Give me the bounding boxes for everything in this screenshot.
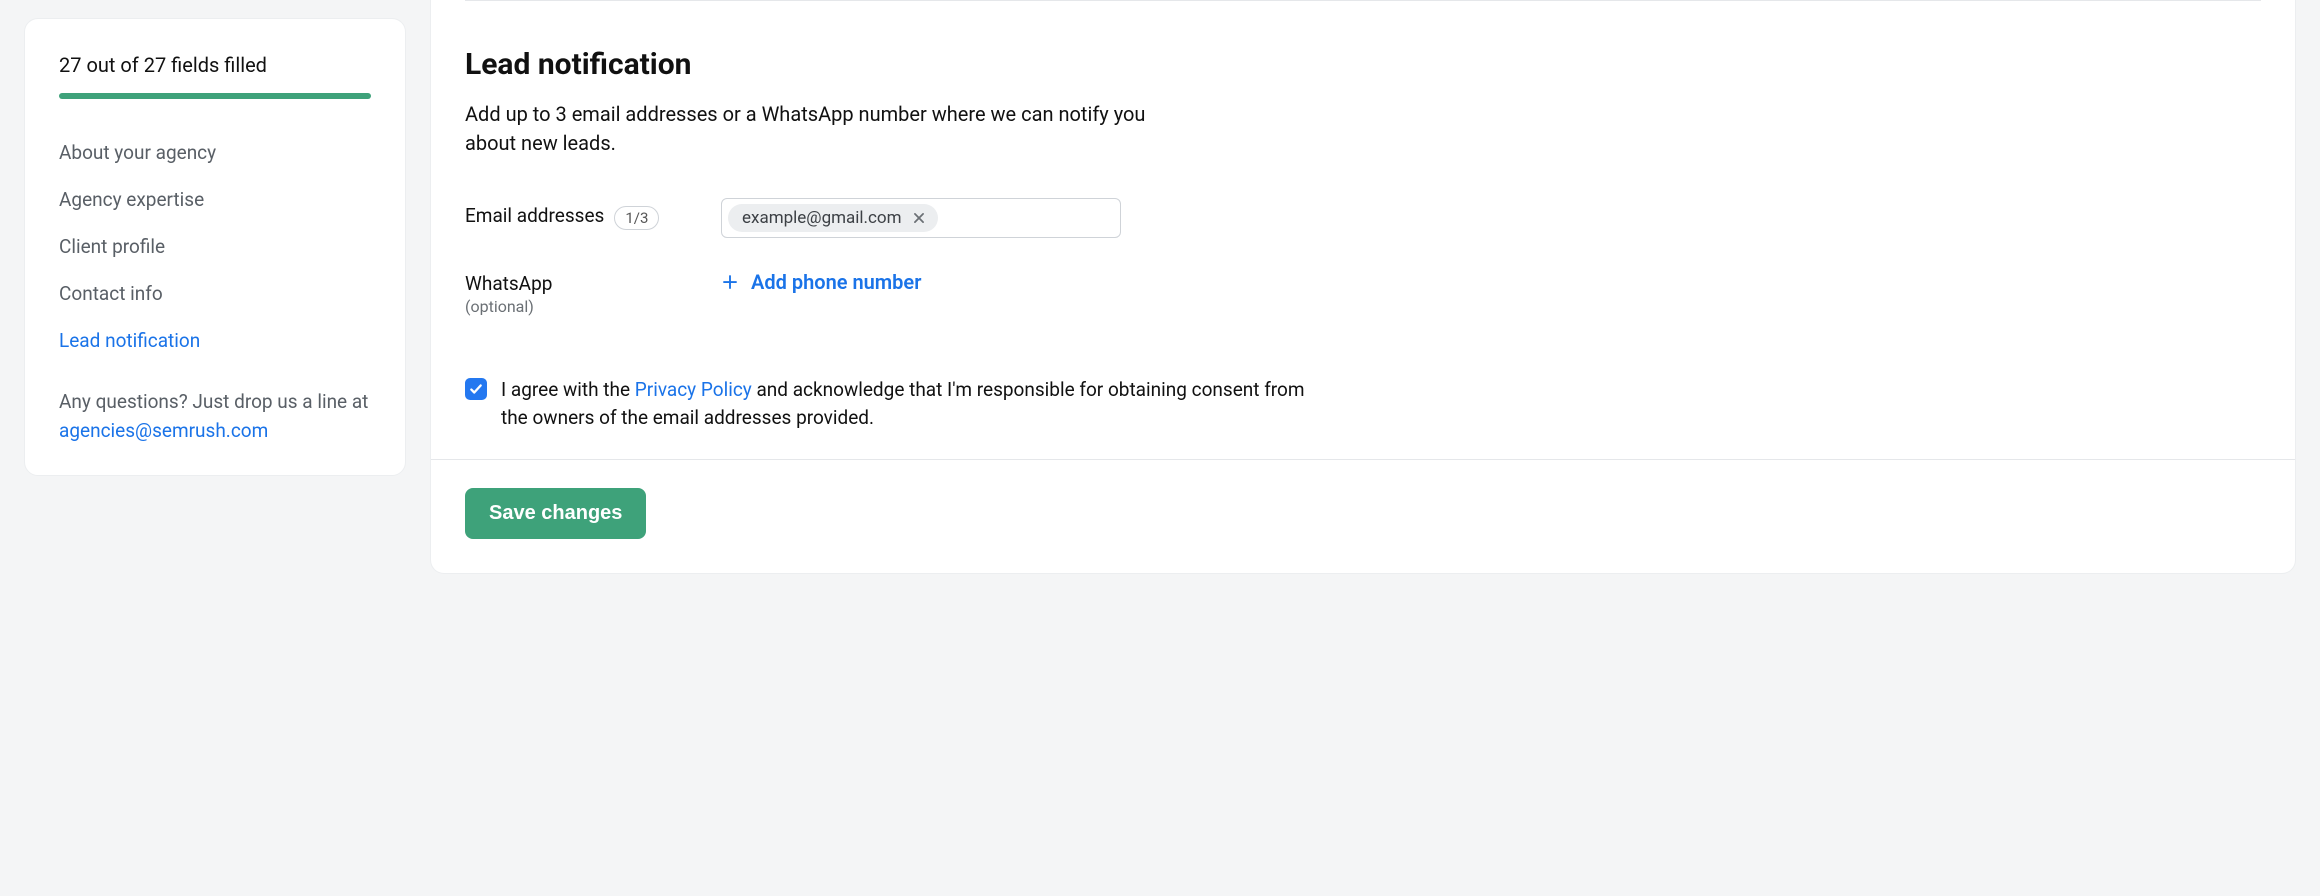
email-input[interactable]: example@gmail.com xyxy=(721,198,1121,238)
progress-text: 27 out of 27 fields filled xyxy=(59,53,371,77)
email-chip-value: example@gmail.com xyxy=(742,208,902,228)
add-phone-label: Add phone number xyxy=(751,270,921,294)
sidebar-item-lead-notification[interactable]: Lead notification xyxy=(59,317,371,364)
email-label: Email addresses xyxy=(465,204,604,227)
section-divider xyxy=(465,0,2261,1)
sidebar-item-contact-info[interactable]: Contact info xyxy=(59,270,371,317)
progress-bar xyxy=(59,93,371,99)
sidebar-help-prefix: Any questions? Just drop us a line at xyxy=(59,390,368,413)
sidebar-item-about[interactable]: About your agency xyxy=(59,129,371,176)
whatsapp-label: WhatsApp xyxy=(465,272,552,295)
save-button[interactable]: Save changes xyxy=(465,488,646,539)
section-title: Lead notification xyxy=(465,47,2261,82)
section-description: Add up to 3 email addresses or a WhatsAp… xyxy=(465,100,1165,158)
main-panel: Lead notification Add up to 3 email addr… xyxy=(430,0,2296,574)
privacy-policy-link[interactable]: Privacy Policy xyxy=(635,378,752,401)
consent-row: I agree with the Privacy Policy and ackn… xyxy=(431,376,2295,459)
footer-bar: Save changes xyxy=(431,459,2295,573)
consent-checkbox[interactable] xyxy=(465,378,487,400)
plus-icon xyxy=(721,273,739,291)
sidebar-card: 27 out of 27 fields filled About your ag… xyxy=(24,18,406,476)
add-phone-button[interactable]: Add phone number xyxy=(721,266,921,294)
sidebar-help-email-link[interactable]: agencies@semrush.com xyxy=(59,419,268,442)
sidebar-nav: About your agency Agency expertise Clien… xyxy=(59,129,371,364)
sidebar-item-expertise[interactable]: Agency expertise xyxy=(59,176,371,223)
consent-text: I agree with the Privacy Policy and ackn… xyxy=(501,376,1321,431)
sidebar-help-text: Any questions? Just drop us a line at ag… xyxy=(59,388,371,445)
whatsapp-optional-label: (optional) xyxy=(465,297,721,316)
email-field-row: Email addresses 1/3 example@gmail.com xyxy=(465,198,2261,238)
email-chip: example@gmail.com xyxy=(728,204,938,232)
sidebar-item-client-profile[interactable]: Client profile xyxy=(59,223,371,270)
consent-prefix: I agree with the xyxy=(501,378,635,401)
email-count-badge: 1/3 xyxy=(614,206,659,230)
whatsapp-field-row: WhatsApp (optional) Add phone number xyxy=(465,266,2261,316)
remove-chip-icon[interactable] xyxy=(910,209,928,227)
